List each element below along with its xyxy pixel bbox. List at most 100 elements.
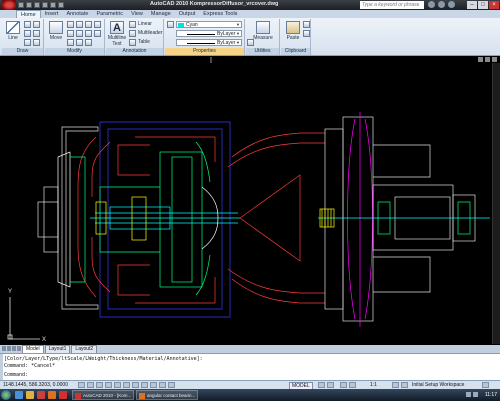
- mirror-icon[interactable]: [67, 30, 74, 37]
- taskbar-item-autocad[interactable]: AutoCAD 2010 - [Kom...: [72, 390, 134, 400]
- stretch-icon[interactable]: [94, 30, 101, 37]
- undo-icon[interactable]: [42, 2, 48, 8]
- multileader-label[interactable]: Multileader: [138, 30, 162, 36]
- explode-icon[interactable]: [85, 30, 92, 37]
- autocad-icon[interactable]: [59, 391, 67, 399]
- line-button[interactable]: Line: [3, 21, 23, 41]
- copy-icon[interactable]: [94, 21, 101, 28]
- tab-insert[interactable]: Insert: [41, 10, 63, 18]
- measure-button[interactable]: Measure: [253, 21, 273, 41]
- clock[interactable]: 11:17: [485, 390, 497, 400]
- start-button[interactable]: [1, 390, 11, 400]
- workspace-switch[interactable]: Initial Setup Workspace: [412, 382, 464, 388]
- ie-icon[interactable]: [15, 391, 23, 399]
- auto-scale-icon[interactable]: [401, 382, 408, 388]
- polyline-icon[interactable]: [24, 21, 31, 28]
- first-layout-icon[interactable]: [2, 346, 6, 351]
- table-icon[interactable]: [129, 39, 136, 46]
- maximize-button[interactable]: □: [478, 1, 488, 9]
- communication-center-icon[interactable]: [428, 1, 435, 8]
- minimize-button[interactable]: –: [467, 1, 477, 9]
- otrack-toggle[interactable]: [132, 382, 139, 388]
- ortho-toggle[interactable]: [105, 382, 112, 388]
- move-button[interactable]: Move: [46, 21, 66, 41]
- rotate-icon[interactable]: [67, 21, 74, 28]
- grid-toggle[interactable]: [96, 382, 103, 388]
- ducs-toggle[interactable]: [141, 382, 148, 388]
- drawing-close-icon[interactable]: [492, 57, 497, 62]
- properties-panel-title[interactable]: Properties: [165, 48, 244, 55]
- snap-toggle[interactable]: [87, 382, 94, 388]
- erase-icon[interactable]: [85, 21, 92, 28]
- table-label[interactable]: Table: [138, 39, 150, 45]
- infer-constraints-toggle[interactable]: [78, 382, 85, 388]
- array-icon[interactable]: [76, 39, 83, 46]
- fillet-icon[interactable]: [76, 30, 83, 37]
- tab-output[interactable]: Output: [175, 10, 200, 18]
- copy-clip-icon[interactable]: [303, 21, 310, 28]
- plot-icon[interactable]: [58, 2, 64, 8]
- save-icon[interactable]: [34, 2, 40, 8]
- tab-annotate[interactable]: Annotate: [62, 10, 92, 18]
- clipboard-panel-title[interactable]: Clipboard: [281, 48, 310, 55]
- close-button[interactable]: ×: [489, 1, 499, 9]
- lwt-toggle[interactable]: [159, 382, 166, 388]
- linear-label[interactable]: Linear: [138, 21, 152, 27]
- zoom-icon[interactable]: [349, 382, 356, 388]
- linetype-combo[interactable]: ByLayer ▼: [176, 30, 242, 37]
- tab-express-tools[interactable]: Express Tools: [199, 10, 241, 18]
- next-layout-icon[interactable]: [12, 346, 16, 351]
- help-icon[interactable]: [448, 1, 455, 8]
- arc-icon[interactable]: [24, 30, 31, 37]
- osnap-toggle[interactable]: [123, 382, 130, 388]
- application-menu-button[interactable]: [2, 0, 16, 10]
- tab-manage[interactable]: Manage: [147, 10, 175, 18]
- color-combo[interactable]: Cyan ▼: [176, 21, 242, 28]
- utilities-panel-title[interactable]: Utilities: [246, 48, 279, 55]
- command-line-grip[interactable]: [0, 354, 3, 381]
- annotation-visibility-icon[interactable]: [392, 382, 399, 388]
- prev-layout-icon[interactable]: [7, 346, 11, 351]
- quick-view-layouts-icon[interactable]: [318, 382, 325, 388]
- volume-icon[interactable]: [473, 392, 478, 397]
- annotation-scale[interactable]: 1:1: [370, 382, 377, 388]
- network-icon[interactable]: [466, 392, 471, 397]
- draw-panel-title[interactable]: Draw: [2, 48, 43, 55]
- cad-drawing[interactable]: Y X: [0, 57, 492, 345]
- trim-icon[interactable]: [76, 21, 83, 28]
- lineweight-combo[interactable]: ByLayer ▼: [176, 39, 242, 46]
- open-icon[interactable]: [26, 2, 32, 8]
- modify-panel-title[interactable]: Modify: [45, 48, 104, 55]
- tab-home[interactable]: Home: [16, 10, 41, 18]
- match-properties-icon[interactable]: [167, 21, 174, 28]
- multiline-text-button[interactable]: A Multiline Text: [107, 21, 127, 47]
- tab-parametric[interactable]: Parametric: [92, 10, 127, 18]
- annotation-panel-title[interactable]: Annotation: [106, 48, 163, 55]
- polar-toggle[interactable]: [114, 382, 121, 388]
- multileader-icon[interactable]: [129, 30, 136, 37]
- ellipse-icon[interactable]: [33, 39, 40, 46]
- media-icon[interactable]: [37, 391, 45, 399]
- vertical-scrollbar[interactable]: [492, 63, 500, 344]
- paste-button[interactable]: Paste: [283, 21, 303, 41]
- hatch-icon[interactable]: [24, 39, 31, 46]
- tab-view[interactable]: View: [127, 10, 147, 18]
- scale-icon[interactable]: [67, 39, 74, 46]
- taskbar-item-browser[interactable]: angular contact bearin...: [136, 390, 198, 400]
- lock-icon[interactable]: [482, 382, 489, 388]
- quick-view-drawings-icon[interactable]: [327, 382, 334, 388]
- last-layout-icon[interactable]: [17, 346, 21, 351]
- cut-icon[interactable]: [303, 30, 310, 37]
- redo-icon[interactable]: [50, 2, 56, 8]
- offset-icon[interactable]: [85, 39, 92, 46]
- command-prompt[interactable]: Command:: [4, 372, 28, 378]
- firefox-icon[interactable]: [48, 391, 56, 399]
- pan-icon[interactable]: [340, 382, 347, 388]
- linear-dimension-icon[interactable]: [129, 21, 136, 28]
- search-input[interactable]: Type a keyword or phrase: [360, 1, 424, 9]
- rectangle-icon[interactable]: [33, 30, 40, 37]
- explorer-icon[interactable]: [26, 391, 34, 399]
- quick-select-icon[interactable]: [247, 39, 254, 46]
- new-icon[interactable]: [18, 2, 24, 8]
- favorites-icon[interactable]: [438, 1, 445, 8]
